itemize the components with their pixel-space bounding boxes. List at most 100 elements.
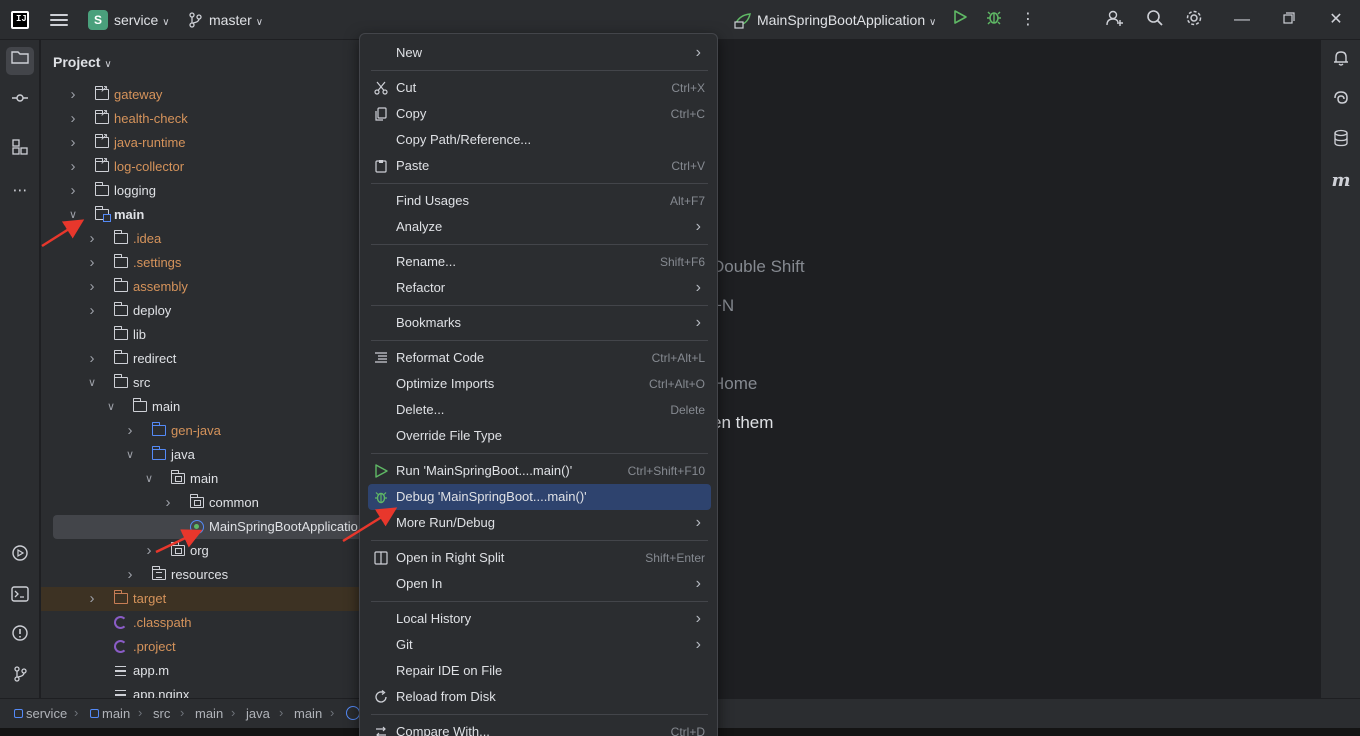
tree-item-classpath[interactable]: .classpath (41, 611, 361, 635)
chevron-right-icon[interactable]: › (86, 275, 98, 299)
tree-item-gateway[interactable]: › gateway (41, 83, 361, 107)
tree-item-deploy[interactable]: › deploy (41, 299, 361, 323)
chevron-down-icon[interactable]: ∨ (86, 371, 98, 395)
minimize-icon[interactable]: — (1231, 9, 1253, 31)
breadcrumb-item[interactable]: main (294, 706, 322, 721)
run-icon[interactable] (949, 9, 971, 31)
more-actions-icon[interactable]: ⋮ (1017, 9, 1039, 31)
tree-item-gen-java[interactable]: › gen-java (41, 419, 361, 443)
chevron-right-icon[interactable]: › (67, 179, 79, 203)
tree-item-health-check[interactable]: › health-check (41, 107, 361, 131)
tree-item-main-spring-boot-application[interactable]: MainSpringBootApplicatio (53, 515, 361, 539)
menu-item-new[interactable]: New › (368, 40, 711, 66)
structure-icon[interactable] (6, 137, 34, 165)
menu-item-open-in[interactable]: Open In › (368, 571, 711, 597)
tree-item-idea[interactable]: › .idea (41, 227, 361, 251)
menu-item-open-in-right-split[interactable]: Open in Right Split Shift+Enter (368, 545, 711, 571)
tree-item-lib[interactable]: lib (41, 323, 361, 347)
ide-logo-icon[interactable]: IJ (11, 11, 29, 29)
chevron-right-icon[interactable]: › (67, 83, 79, 107)
menu-item-rename[interactable]: Rename... Shift+F6 (368, 249, 711, 275)
chevron-right-icon[interactable]: › (86, 347, 98, 371)
menu-item-copy-path[interactable]: Copy Path/Reference... (368, 127, 711, 153)
tree-item-assembly[interactable]: › assembly (41, 275, 361, 299)
database-icon[interactable] (1329, 129, 1353, 153)
menu-item-more-run-debug[interactable]: More Run/Debug › (368, 510, 711, 536)
chevron-down-icon[interactable]: ∨ (124, 443, 136, 467)
add-user-icon[interactable] (1104, 9, 1126, 31)
branch-switcher[interactable]: master ∨ (209, 12, 263, 28)
tree-item-app-m[interactable]: app.m (41, 659, 361, 683)
chevron-right-icon[interactable]: › (124, 563, 136, 587)
breadcrumb-item[interactable]: service (26, 706, 67, 721)
project-badge[interactable]: S (88, 10, 108, 30)
search-icon[interactable] (1144, 9, 1166, 31)
more-tools-icon[interactable]: ⋯ (6, 177, 34, 205)
menu-item-paste[interactable]: Paste Ctrl+V (368, 153, 711, 179)
menu-item-reformat-code[interactable]: Reformat Code Ctrl+Alt+L (368, 345, 711, 371)
chevron-right-icon[interactable]: › (86, 587, 98, 611)
tree-item-logging[interactable]: › logging (41, 179, 361, 203)
project-switcher[interactable]: service ∨ (114, 12, 170, 28)
menu-item-repair-ide[interactable]: Repair IDE on File (368, 658, 711, 684)
commit-icon[interactable] (6, 87, 34, 115)
chevron-right-icon[interactable]: › (67, 107, 79, 131)
ai-assistant-icon[interactable] (1329, 89, 1353, 113)
tree-item-log-collector[interactable]: › log-collector (41, 155, 361, 179)
gear-icon[interactable] (1183, 9, 1205, 31)
menu-item-delete[interactable]: Delete... Delete (368, 397, 711, 423)
notifications-icon[interactable] (1329, 49, 1353, 73)
tree-item-redirect[interactable]: › redirect (41, 347, 361, 371)
tree-item-java-runtime[interactable]: › java-runtime (41, 131, 361, 155)
tree-item-src-main[interactable]: ∨ main (41, 395, 361, 419)
tree-item-settings[interactable]: › .settings (41, 251, 361, 275)
terminal-icon[interactable] (6, 584, 34, 612)
breadcrumb-item[interactable]: java (246, 706, 270, 721)
maximize-icon[interactable] (1278, 9, 1300, 31)
menu-item-analyze[interactable]: Analyze › (368, 214, 711, 240)
tree-item-main-package[interactable]: ∨ main (41, 467, 361, 491)
breadcrumb-item[interactable]: main (195, 706, 223, 721)
menu-item-reload-from-disk[interactable]: Reload from Disk (368, 684, 711, 710)
maven-icon[interactable]: m (1329, 169, 1353, 193)
menu-item-local-history[interactable]: Local History › (368, 606, 711, 632)
run-config-selector[interactable]: MainSpringBootApplication ∨ (757, 12, 936, 28)
menu-item-git[interactable]: Git › (368, 632, 711, 658)
tree-item-target[interactable]: › target (41, 587, 361, 611)
menu-item-optimize-imports[interactable]: Optimize Imports Ctrl+Alt+O (368, 371, 711, 397)
chevron-down-icon[interactable]: ∨ (67, 203, 79, 227)
breadcrumb-item[interactable]: src (153, 706, 170, 721)
menu-item-debug[interactable]: Debug 'MainSpringBoot....main()' (368, 484, 711, 510)
chevron-right-icon[interactable]: › (67, 155, 79, 179)
menu-item-bookmarks[interactable]: Bookmarks › (368, 310, 711, 336)
breadcrumb-item[interactable]: main (102, 706, 130, 721)
menu-item-run[interactable]: Run 'MainSpringBoot....main()' Ctrl+Shift… (368, 458, 711, 484)
project-folder-icon[interactable] (6, 47, 34, 75)
chevron-right-icon[interactable]: › (67, 131, 79, 155)
menu-item-override-file-type[interactable]: Override File Type (368, 423, 711, 449)
tree-item-project[interactable]: .project (41, 635, 361, 659)
project-panel-title[interactable]: Project ∨ (53, 54, 112, 70)
main-menu-icon[interactable] (50, 12, 68, 28)
menu-item-copy[interactable]: Copy Ctrl+C (368, 101, 711, 127)
menu-item-compare-with[interactable]: Compare With... Ctrl+D (368, 719, 711, 736)
chevron-right-icon[interactable]: › (86, 251, 98, 275)
chevron-right-icon[interactable]: › (143, 539, 155, 563)
debug-icon[interactable] (983, 9, 1005, 31)
chevron-right-icon[interactable]: › (86, 299, 98, 323)
chevron-right-icon[interactable]: › (124, 419, 136, 443)
tree-item-resources[interactable]: › resources (41, 563, 361, 587)
chevron-right-icon[interactable]: › (162, 491, 174, 515)
tree-item-main-module[interactable]: ∨ main (41, 203, 361, 227)
services-icon[interactable] (6, 544, 34, 572)
menu-item-refactor[interactable]: Refactor › (368, 275, 711, 301)
tree-item-common[interactable]: › common (41, 491, 361, 515)
menu-item-find-usages[interactable]: Find Usages Alt+F7 (368, 188, 711, 214)
git-icon[interactable] (6, 664, 34, 692)
tree-item-org[interactable]: › org (41, 539, 361, 563)
chevron-down-icon[interactable]: ∨ (143, 467, 155, 491)
menu-item-cut[interactable]: Cut Ctrl+X (368, 75, 711, 101)
tree-item-java[interactable]: ∨ java (41, 443, 361, 467)
chevron-right-icon[interactable]: › (86, 227, 98, 251)
problems-icon[interactable] (6, 624, 34, 652)
